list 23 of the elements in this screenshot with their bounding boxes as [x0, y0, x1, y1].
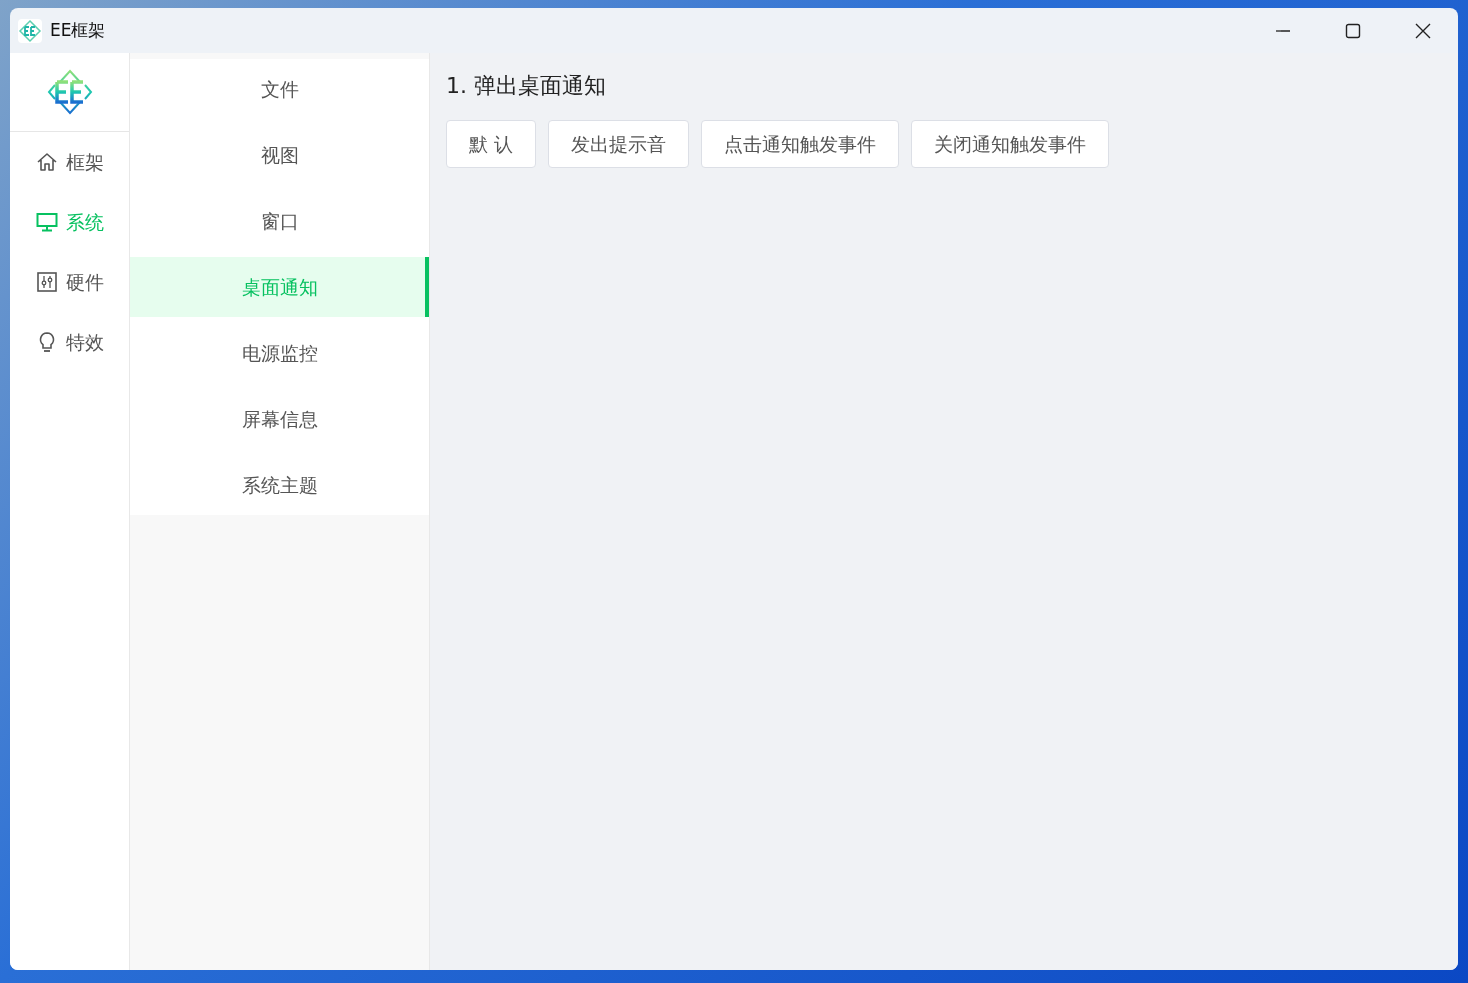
submenu-item[interactable]: 视图 — [130, 125, 429, 185]
action-button[interactable]: 默 认 — [446, 120, 537, 168]
app-logo-icon — [18, 18, 42, 43]
maximize-icon — [1345, 23, 1361, 39]
submenu-item[interactable]: 电源监控 — [130, 323, 429, 383]
nav-rail-item[interactable]: 特效 — [10, 312, 129, 372]
action-button[interactable]: 关闭通知触发事件 — [911, 120, 1110, 168]
action-button[interactable]: 点击通知触发事件 — [701, 120, 900, 168]
submenu-item[interactable]: 系统主题 — [130, 455, 429, 515]
nav-rail-item[interactable]: 硬件 — [10, 252, 129, 312]
sliders-icon — [35, 271, 58, 293]
minimize-icon — [1275, 30, 1291, 32]
submenu-item[interactable]: 窗口 — [130, 191, 429, 251]
submenu-item[interactable]: 文件 — [130, 59, 429, 119]
monitor-icon — [35, 211, 58, 233]
window-title: EE框架 — [50, 18, 106, 42]
action-button[interactable]: 发出提示音 — [548, 120, 690, 168]
section-heading: 1. 弹出桌面通知 — [446, 72, 607, 100]
home-icon — [35, 151, 58, 173]
nav-rail-item[interactable]: 框架 — [10, 132, 129, 192]
submenu-item[interactable]: 屏幕信息 — [130, 389, 429, 449]
ee-logo-icon — [45, 68, 94, 116]
close-icon — [1414, 22, 1432, 40]
